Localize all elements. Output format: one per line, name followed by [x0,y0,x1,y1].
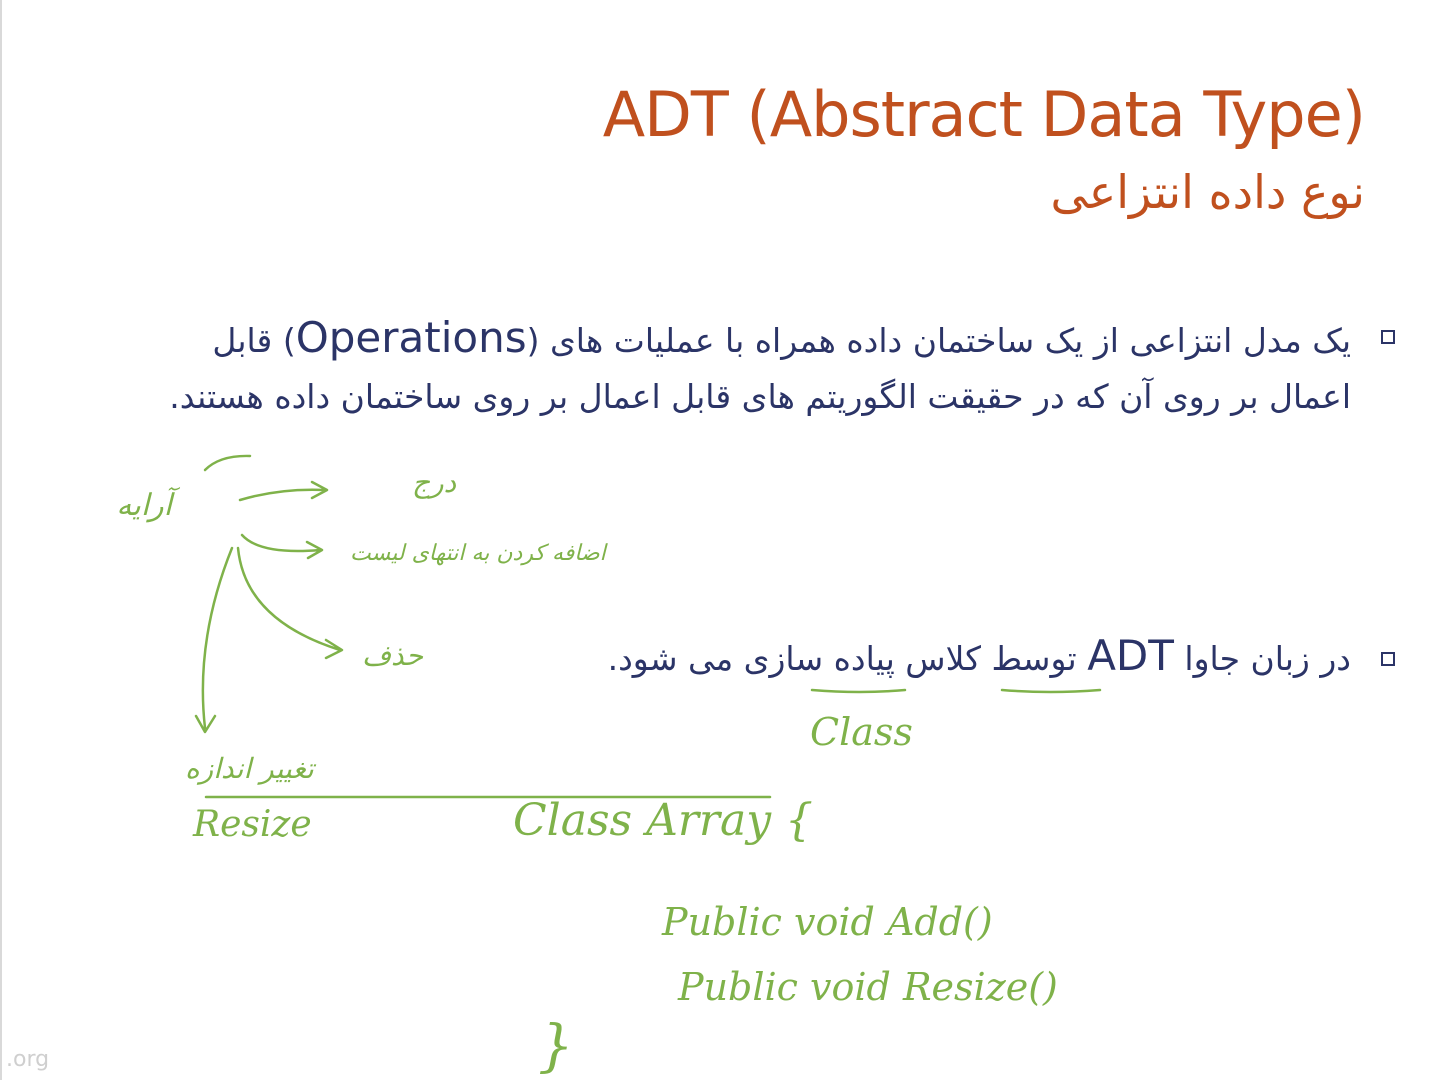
ink-arrow-resize [194,546,234,734]
bullet-2-term: ADT [1087,631,1174,680]
handwritten-annotations: آرایه درج اضافه کردن به انتهای لیست حذف … [116,454,1102,1079]
bullet-2-text-after: توسط کلاس پیاده سازی می شود. [607,639,1088,678]
bullet-1-text-before: یک مدل انتزاعی از یک ساختمان داده همراه … [526,321,1351,360]
ink-method-resize: Public void Resize() [677,965,1058,1009]
bullet-1-text: یک مدل انتزاعی از یک ساختمان داده همراه … [151,310,1351,425]
ink-resize-en-label: Resize [192,804,312,845]
bullet-2-text-before: در زبان جاوا [1173,639,1351,678]
ink-add-label: اضافه کردن به انتهای لیست [350,541,609,566]
bullet-2: در زبان جاوا ADT توسط کلاس پیاده سازی می… [451,628,1395,687]
slide: ADT (Abstract Data Type) نوع داده انتزاع… [0,0,1437,1080]
bullet-1-term: Operations [295,313,527,362]
bullet-square-icon [1381,330,1395,344]
watermark-text: .org [6,1047,50,1072]
bullet-2-text: در زبان جاوا ADT توسط کلاس پیاده سازی می… [451,628,1351,687]
ink-class-array: Class Array { [513,795,813,846]
ink-arrow-insert [238,480,329,502]
ink-array-label: آرایه [116,486,180,523]
ink-closing-brace: } [538,1014,574,1079]
slide-left-border [0,0,2,1080]
ink-delete-label: حذف [362,639,424,672]
ink-method-add: Public void Add() [661,900,993,944]
ink-insert-label: درج [412,466,457,499]
ink-arrow-delete [236,546,344,660]
bullet-square-icon [1381,652,1395,666]
bullet-1: یک مدل انتزاعی از یک ساختمان داده همراه … [151,310,1395,425]
ink-resize-fa-label: تغییر اندازه [185,752,317,785]
ink-arrow-add [240,533,324,560]
ink-underline-class [810,688,907,694]
ink-bracket-stroke [203,454,252,472]
ink-class-word: Class [810,710,913,754]
slide-title: ADT (Abstract Data Type) [602,78,1366,151]
slide-subtitle: نوع داده انتزاعی [1050,165,1365,219]
ink-underline-adt [1000,688,1102,694]
